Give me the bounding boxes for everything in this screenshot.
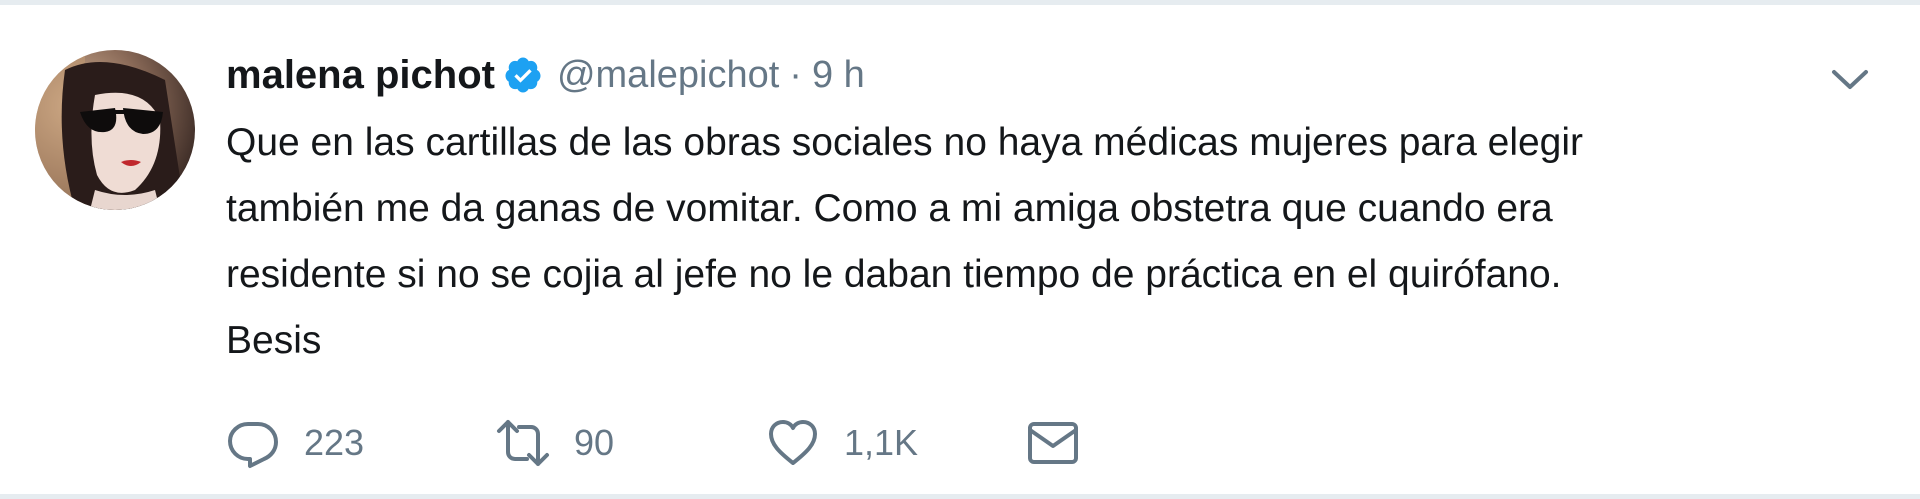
- direct-message-button[interactable]: [1026, 416, 1080, 470]
- retweet-button[interactable]: 90: [496, 416, 766, 470]
- retweet-icon: [497, 420, 549, 466]
- header-separator: ·: [789, 53, 802, 96]
- retweet-count: 90: [574, 422, 615, 463]
- author-handle[interactable]: @malepichot: [557, 54, 779, 97]
- tweet-header: malena pichot @malepichot · 9 h: [226, 47, 865, 103]
- like-button[interactable]: 1,1K: [766, 416, 1026, 470]
- tweet[interactable]: malena pichot @malepichot · 9 h Que en l…: [0, 5, 1920, 494]
- reply-count: 223: [304, 422, 365, 463]
- tweet-text-line: Que en las cartillas de las obras social…: [226, 121, 1584, 164]
- tweet-text-line: también me da ganas de vomitar. Como a m…: [226, 187, 1553, 230]
- like-count: 1,1K: [844, 422, 919, 463]
- tweet-page: malena pichot @malepichot · 9 h Que en l…: [0, 0, 1920, 499]
- tweet-text: Que en las cartillas de las obras social…: [226, 110, 1826, 374]
- avatar[interactable]: [35, 50, 195, 210]
- reply-icon: [228, 422, 278, 468]
- tweet-timestamp[interactable]: 9 h: [812, 54, 865, 97]
- verified-badge-icon: [503, 55, 543, 95]
- author-name[interactable]: malena pichot: [226, 53, 495, 98]
- tweet-text-line: Besis: [226, 319, 322, 362]
- chevron-down-icon[interactable]: [1828, 63, 1872, 95]
- tweet-actions: 223 90 1,1K: [226, 413, 1080, 473]
- envelope-icon: [1028, 422, 1078, 464]
- tweet-text-line: residente si no se cojia al jefe no le d…: [226, 253, 1562, 296]
- reply-button[interactable]: 223: [226, 416, 496, 470]
- heart-icon: [769, 420, 817, 465]
- avatar-image: [35, 50, 195, 210]
